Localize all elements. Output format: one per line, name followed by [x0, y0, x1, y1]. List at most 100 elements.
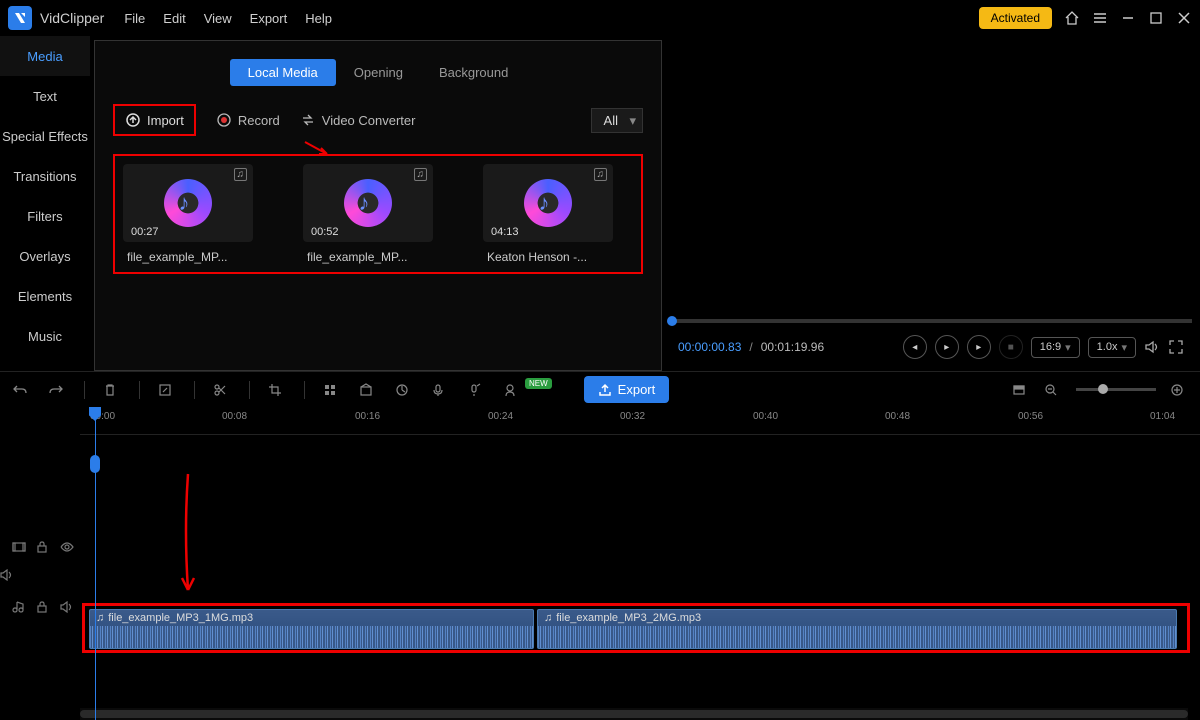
sidebar-item-music[interactable]: Music [0, 316, 90, 356]
audio-track[interactable]: ♫ file_example_MP3_1MG.mp3 ♫ file_exampl… [82, 603, 1190, 653]
undo-button[interactable] [12, 382, 30, 398]
media-tabs: Local Media Opening Background [113, 59, 643, 86]
sidebar-item-overlays[interactable]: Overlays [0, 236, 90, 276]
redo-button[interactable] [48, 382, 66, 398]
fullscreen-icon[interactable] [1168, 339, 1184, 355]
menu-help[interactable]: Help [305, 11, 332, 26]
speed-tool[interactable] [395, 383, 413, 397]
zoom-out-button[interactable] [1044, 383, 1062, 397]
video-track-controls [0, 531, 80, 563]
home-icon[interactable] [1064, 10, 1080, 26]
audio-clip[interactable]: ♫ file_example_MP3_2MG.mp3 [537, 609, 1177, 649]
scrub-handle[interactable] [667, 316, 677, 326]
sidebar-item-text[interactable]: Text [0, 76, 90, 116]
menu-export[interactable]: Export [250, 11, 288, 26]
thumbnail-toggle[interactable] [1012, 383, 1030, 397]
timeline-marker[interactable] [90, 455, 100, 473]
zoom-tool[interactable] [359, 383, 377, 397]
tab-local-media[interactable]: Local Media [230, 59, 336, 86]
mute-icon[interactable] [60, 601, 74, 613]
sidebar-item-special-effects[interactable]: Special Effects [0, 116, 90, 156]
prev-frame-button[interactable]: ◂ [903, 335, 927, 359]
timeline-ruler[interactable]: 00:00 00:08 00:16 00:24 00:32 00:40 00:4… [80, 407, 1200, 435]
close-icon[interactable] [1176, 10, 1192, 26]
menu-edit[interactable]: Edit [163, 11, 185, 26]
video-converter-button[interactable]: Video Converter [300, 112, 416, 128]
preview-scrubber[interactable] [670, 319, 1192, 323]
next-frame-button[interactable]: ▸ [967, 335, 991, 359]
import-label: Import [147, 113, 184, 128]
ruler-tick: 00:32 [620, 411, 645, 422]
export-label: Export [618, 382, 656, 397]
hamburger-icon[interactable] [1092, 10, 1108, 26]
export-button[interactable]: Export [584, 376, 670, 403]
visibility-icon[interactable] [60, 541, 74, 553]
app-name: VidClipper [40, 10, 104, 26]
activated-badge[interactable]: Activated [979, 7, 1052, 29]
tab-background[interactable]: Background [421, 59, 526, 86]
mute-icon[interactable] [0, 569, 80, 581]
track-controls [0, 435, 80, 623]
media-duration: 00:52 [311, 226, 339, 238]
lock-icon[interactable] [36, 601, 48, 613]
media-item[interactable]: ♪ ♫ 00:27 file_example_MP... [123, 164, 253, 264]
crop-tool[interactable] [268, 383, 286, 397]
media-actions: Import Record Video Converter All [113, 104, 643, 136]
media-item[interactable]: ♪ ♫ 04:13 Keaton Henson -... [483, 164, 613, 264]
ruler-tick: 00:40 [753, 411, 778, 422]
record-button[interactable]: Record [216, 112, 280, 128]
ruler-tick: 00:56 [1018, 411, 1043, 422]
play-button[interactable]: ▸ [935, 335, 959, 359]
media-item[interactable]: ♪ ♫ 00:52 file_example_MP... [303, 164, 433, 264]
sidebar-item-transitions[interactable]: Transitions [0, 156, 90, 196]
mosaic-tool[interactable] [323, 383, 341, 397]
lock-icon[interactable] [36, 541, 48, 553]
ruler-tick: 00:16 [355, 411, 380, 422]
ruler-tick: 00:48 [885, 411, 910, 422]
titlebar: VidClipper File Edit View Export Help Ac… [0, 0, 1200, 36]
horizontal-scrollbar[interactable] [80, 708, 1188, 720]
music-icon: ♪ [524, 179, 572, 227]
maximize-icon[interactable] [1148, 10, 1164, 26]
speed-dropdown[interactable]: 1.0x ▾ [1088, 337, 1136, 358]
import-button[interactable]: Import [113, 104, 196, 136]
minimize-icon[interactable] [1120, 10, 1136, 26]
time-total: 00:01:19.96 [761, 340, 824, 354]
audio-track-icon[interactable] [12, 600, 26, 614]
preview-controls: 00:00:00.83 / 00:01:19.96 ◂ ▸ ▸ ■ 16:9 ▾… [666, 323, 1196, 371]
tts-tool[interactable] [467, 383, 485, 397]
zoom-handle[interactable] [1098, 384, 1108, 394]
sidebar: Media Text Special Effects Transitions F… [0, 36, 90, 371]
sidebar-item-elements[interactable]: Elements [0, 276, 90, 316]
sidebar-item-filters[interactable]: Filters [0, 196, 90, 236]
delete-button[interactable] [103, 383, 121, 397]
split-tool[interactable] [213, 383, 231, 397]
media-filename: file_example_MP... [303, 250, 433, 264]
tab-opening[interactable]: Opening [336, 59, 421, 86]
menu-file[interactable]: File [124, 11, 145, 26]
video-track-icon[interactable] [12, 540, 26, 554]
clip-label: ♫ file_example_MP3_2MG.mp3 [544, 612, 701, 624]
ruler-tick: 01:04 [1150, 411, 1175, 422]
voice-tool[interactable] [431, 383, 449, 397]
waveform [538, 626, 1176, 648]
zoom-slider[interactable] [1076, 388, 1156, 391]
zoom-in-button[interactable] [1170, 383, 1188, 397]
audio-track-controls [0, 591, 80, 623]
arrow-annotation-small [303, 140, 333, 158]
menu-view[interactable]: View [204, 11, 232, 26]
time-separator: / [749, 340, 752, 354]
aspect-ratio-dropdown[interactable]: 16:9 ▾ [1031, 337, 1080, 358]
volume-icon[interactable] [1144, 339, 1160, 355]
edit-tool[interactable] [158, 383, 176, 397]
preview-viewport[interactable] [666, 40, 1196, 319]
ruler-tick: 00:08 [222, 411, 247, 422]
scrollbar-thumb[interactable] [80, 710, 1188, 718]
media-duration: 00:27 [131, 226, 159, 238]
filter-dropdown[interactable]: All [591, 108, 643, 133]
ai-tool[interactable] [503, 383, 521, 397]
audio-indicator-icon: ♫ [234, 168, 248, 181]
audio-clip[interactable]: ♫ file_example_MP3_1MG.mp3 [89, 609, 534, 649]
sidebar-item-media[interactable]: Media [0, 36, 90, 76]
stop-button[interactable]: ■ [999, 335, 1023, 359]
